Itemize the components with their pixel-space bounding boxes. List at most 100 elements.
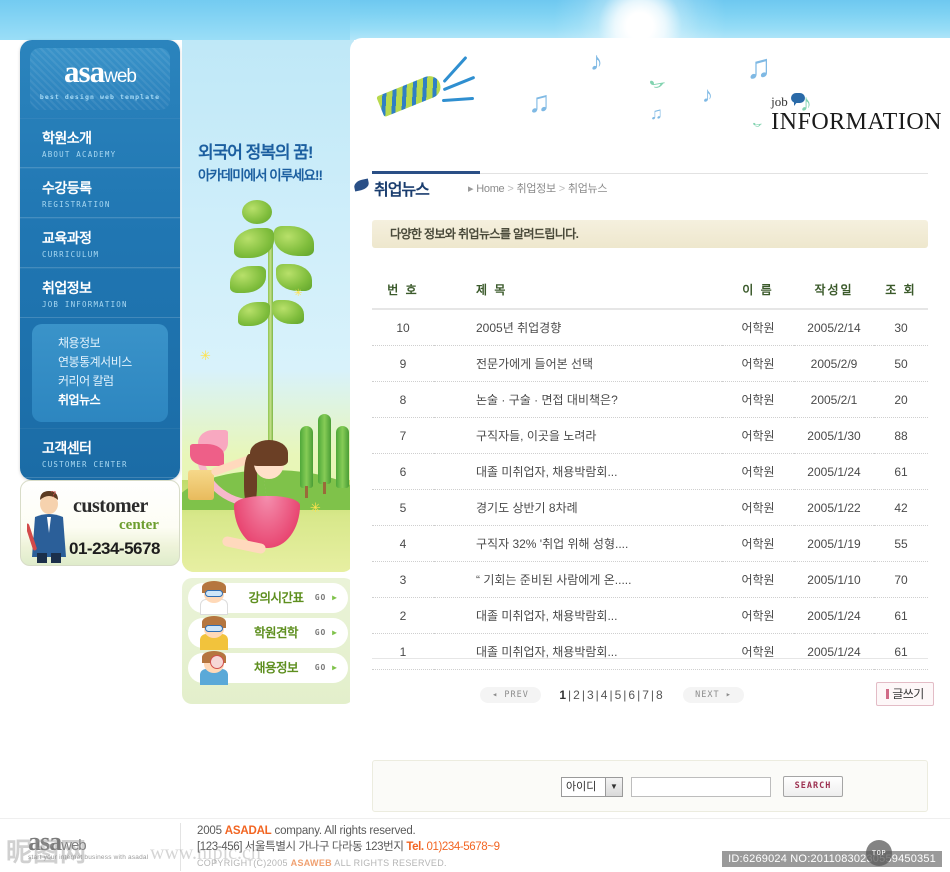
quick-menu-item-recruit[interactable]: 채용정보 GO ▶ bbox=[188, 651, 348, 685]
page-root: asaweb best design web template 학원소개 ABO… bbox=[0, 0, 950, 872]
quick-menu-item-timetable[interactable]: 강의시간표 GO ▶ bbox=[188, 581, 348, 615]
sidebar-item-sublabel: CUSTOMER CENTER bbox=[42, 460, 128, 469]
sidebar-item-label: 취업정보 bbox=[42, 280, 92, 296]
cell-title[interactable]: 논술 · 구술 · 면접 대비책은? bbox=[434, 381, 722, 418]
sidebar-item-label: 교육과정 bbox=[42, 230, 92, 246]
cell-date: 2005/1/22 bbox=[794, 489, 874, 526]
cell-no: 10 bbox=[372, 309, 434, 346]
sidebar-item-label: 수강등록 bbox=[42, 180, 92, 196]
tree-icon bbox=[336, 426, 349, 488]
hero-subheadline: 아카데미에서 이루세요!! bbox=[198, 168, 323, 183]
breadcrumb-home[interactable]: Home bbox=[476, 183, 504, 195]
search-button[interactable]: SEARCH bbox=[783, 776, 843, 797]
page-number-7[interactable]: 7 bbox=[642, 688, 651, 702]
cell-title[interactable]: 구직자 32% '취업 위해 성형.... bbox=[434, 525, 722, 562]
cell-hits: 20 bbox=[874, 381, 928, 418]
page-number-6[interactable]: 6 bbox=[628, 688, 637, 702]
table-row[interactable]: 8 논술 · 구술 · 면접 대비책은? 어학원 2005/2/1 20 bbox=[372, 381, 928, 418]
footer-text-block: 2005 ASADAL company. All rights reserved… bbox=[180, 823, 720, 871]
cell-date: 2005/1/30 bbox=[794, 417, 874, 454]
quick-menu-go[interactable]: GO ▶ bbox=[315, 583, 338, 613]
quick-menu-item-campus-tour[interactable]: 학원견학 GO ▶ bbox=[188, 616, 348, 650]
cell-title[interactable]: 2005년 취업경향 bbox=[434, 309, 722, 346]
cell-title[interactable]: 대졸 미취업자, 채용박람회... bbox=[434, 453, 722, 490]
hero-illustration: 외국어 정복의 꿈! 아카데미에서 이루세요!! ✳ ✳ ✳ bbox=[182, 40, 354, 572]
search-field-value: 아이디 bbox=[566, 781, 597, 793]
table-row[interactable]: 5 경기도 상반기 8차례 어학원 2005/1/22 42 bbox=[372, 489, 928, 526]
table-row[interactable]: 1 대졸 미취업자, 채용박람회... 어학원 2005/1/24 61 bbox=[372, 633, 928, 670]
cell-date: 2005/1/24 bbox=[794, 633, 874, 670]
page-number-5[interactable]: 5 bbox=[615, 688, 624, 702]
submenu-item-salary-stats[interactable]: 연봉통계서비스 bbox=[58, 353, 168, 372]
table-row[interactable]: 2 대졸 미취업자, 채용박람회... 어학원 2005/1/24 61 bbox=[372, 597, 928, 634]
page-number-1[interactable]: 1 bbox=[559, 688, 568, 702]
site-logo[interactable]: asaweb best design web template bbox=[30, 48, 170, 110]
sidebar: asaweb best design web template 학원소개 ABO… bbox=[20, 40, 180, 480]
customer-center-phone: 01-234-5678 bbox=[69, 539, 160, 558]
logo-text: asaweb bbox=[64, 54, 137, 89]
chevron-down-icon[interactable]: ▼ bbox=[605, 778, 622, 796]
music-note-icon: ♪ bbox=[702, 82, 713, 107]
cell-title[interactable]: 구직자들, 이곳을 노려라 bbox=[434, 417, 722, 454]
notice-banner: 다양한 정보와 취업뉴스를 알려드립니다. bbox=[372, 220, 928, 248]
table-row[interactable]: 10 2005년 취업경향 어학원 2005/2/14 30 bbox=[372, 309, 928, 346]
quick-menu-go[interactable]: GO ▶ bbox=[315, 653, 338, 683]
sidebar-item-customer-center[interactable]: 고객센터 CUSTOMER CENTER bbox=[20, 428, 180, 478]
sidebar-item-about[interactable]: 학원소개 ABOUT ACADEMY bbox=[20, 118, 180, 168]
section-title-divider bbox=[372, 134, 928, 174]
leaf-icon bbox=[238, 302, 270, 326]
cell-title[interactable]: 전문가에게 들어본 선택 bbox=[434, 345, 722, 382]
cell-title[interactable]: “ 기회는 준비된 사람에게 온..... bbox=[434, 561, 722, 598]
page-number-8[interactable]: 8 bbox=[656, 688, 665, 702]
table-row[interactable]: 9 전문가에게 들어본 선택 어학원 2005/2/9 50 bbox=[372, 345, 928, 382]
sidebar-nav: 학원소개 ABOUT ACADEMY 수강등록 REGISTRATION 교육과… bbox=[20, 118, 180, 478]
customer-center-subtitle: center bbox=[119, 517, 159, 533]
cell-no: 3 bbox=[372, 561, 434, 598]
table-row[interactable]: 4 구직자 32% '취업 위해 성형.... 어학원 2005/1/19 55 bbox=[372, 525, 928, 562]
pagination: ◂ PREV 1|2|3|4|5|6|7|8 NEXT ▸ bbox=[372, 686, 852, 706]
cell-title[interactable]: 경기도 상반기 8차례 bbox=[434, 489, 722, 526]
cell-name: 어학원 bbox=[722, 597, 794, 634]
footer-legal-line: COPYRIGHT(C)2005 ASAWEB ALL RIGHTS RESER… bbox=[197, 858, 447, 868]
write-post-button[interactable]: 글쓰기 bbox=[876, 682, 934, 706]
cell-name: 어학원 bbox=[722, 417, 794, 454]
submenu-item-career-column[interactable]: 커리어 칼럼 bbox=[58, 372, 168, 391]
cell-title[interactable]: 대졸 미취업자, 채용박람회... bbox=[434, 633, 722, 670]
next-page-button[interactable]: NEXT ▸ bbox=[683, 686, 744, 703]
cell-name: 어학원 bbox=[722, 381, 794, 418]
cell-title[interactable]: 대졸 미취업자, 채용박람회... bbox=[434, 597, 722, 634]
student-avatar-icon bbox=[196, 614, 232, 650]
column-header-no: 번 호 bbox=[372, 272, 434, 310]
table-row[interactable]: 6 대졸 미취업자, 채용박람회... 어학원 2005/1/24 61 bbox=[372, 453, 928, 490]
page-number-3[interactable]: 3 bbox=[587, 688, 596, 702]
cell-no: 2 bbox=[372, 597, 434, 634]
customer-center-banner[interactable]: ? customer center 01-234-5678 bbox=[20, 480, 180, 566]
prev-page-button[interactable]: ◂ PREV bbox=[480, 686, 541, 703]
table-bottom-rule bbox=[372, 658, 928, 659]
scroll-to-top-button[interactable]: TOP bbox=[866, 840, 892, 866]
cell-name: 어학원 bbox=[722, 453, 794, 490]
cell-hits: 61 bbox=[874, 597, 928, 634]
submenu-item-recruit-info[interactable]: 채용정보 bbox=[58, 334, 168, 353]
cell-no: 9 bbox=[372, 345, 434, 382]
search-input[interactable] bbox=[631, 777, 771, 797]
page-number-2[interactable]: 2 bbox=[573, 688, 582, 702]
sidebar-item-registration[interactable]: 수강등록 REGISTRATION bbox=[20, 168, 180, 218]
cell-hits: 70 bbox=[874, 561, 928, 598]
job-information-banner: job INFORMATION bbox=[771, 93, 942, 134]
submenu-item-job-news[interactable]: 취업뉴스 bbox=[58, 391, 168, 410]
businessman-illustration: ? bbox=[27, 491, 66, 563]
cell-name: 어학원 bbox=[722, 561, 794, 598]
search-field-select[interactable]: 아이디 ▼ bbox=[561, 777, 623, 797]
sidebar-item-curriculum[interactable]: 교육과정 CURRICULUM bbox=[20, 218, 180, 268]
table-row[interactable]: 3 “ 기회는 준비된 사람에게 온..... 어학원 2005/1/10 70 bbox=[372, 561, 928, 598]
table-row[interactable]: 7 구직자들, 이곳을 노려라 어학원 2005/1/30 88 bbox=[372, 417, 928, 454]
cell-no: 4 bbox=[372, 525, 434, 562]
music-note-icon: ♫ bbox=[746, 48, 772, 86]
breadcrumb-level1[interactable]: 취업정보 bbox=[517, 183, 557, 195]
child-magnifier-avatar-icon bbox=[196, 649, 232, 685]
music-note-icon: ♪ bbox=[748, 119, 767, 130]
sidebar-item-job-information[interactable]: 취업정보 JOB INFORMATION bbox=[20, 268, 180, 318]
write-bullet-icon bbox=[886, 689, 890, 699]
quick-menu-go[interactable]: GO ▶ bbox=[315, 618, 338, 648]
